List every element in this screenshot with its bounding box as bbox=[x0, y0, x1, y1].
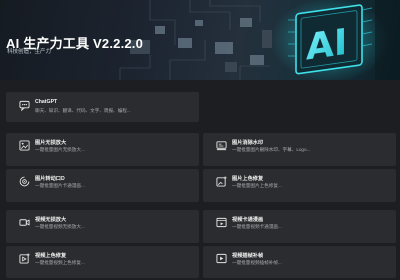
tool-card-title: 图片上色修复 bbox=[232, 176, 264, 182]
tool-card-title: 图片无损放大 bbox=[35, 140, 67, 146]
tool-card-description: 一键批量图片卡通漫画... bbox=[35, 183, 85, 188]
app-subtitle: 科技创造，生产力 bbox=[7, 49, 52, 55]
tool-card-video-colorize[interactable]: 视频上色修复 一键批量视频上色修复... bbox=[6, 246, 199, 278]
tool-card-title: 视频无损放大 bbox=[35, 217, 67, 223]
image-colorize-icon bbox=[216, 176, 227, 187]
tool-card-image-cartoon[interactable]: 图片转动口D 一键批量图片卡通漫画... bbox=[6, 169, 199, 202]
tool-card-description: 一键批量视频插帧补帧... bbox=[232, 260, 282, 265]
tool-card-description: 一键批量图片上色修复... bbox=[232, 183, 282, 188]
tool-card-description: 一键批量图片无损放大... bbox=[35, 147, 85, 152]
tool-card-image-watermark[interactable]: 图片消除水印 一键批量图片删除水印、字幕、Logo... bbox=[203, 133, 396, 166]
tool-card-description: 一键批量图片删除水印、字幕、Logo... bbox=[232, 147, 311, 152]
tool-card-description: 一键批量视频上色修复... bbox=[35, 260, 85, 265]
tool-card-video-frame[interactable]: 视频插帧补帧 一键批量视频插帧补帧... bbox=[203, 246, 396, 278]
image-enlarge-icon bbox=[19, 140, 30, 151]
tool-card-title: 图片转动口D bbox=[35, 176, 65, 182]
tool-card-title: 视频卡通漫画 bbox=[232, 217, 264, 223]
video-colorize-icon bbox=[19, 253, 30, 264]
video-enlarge-icon bbox=[19, 219, 30, 226]
tool-card-title: 视频上色修复 bbox=[35, 253, 67, 259]
tool-card-title: 图片消除水印 bbox=[232, 140, 264, 146]
tool-card-video-enlarge[interactable]: 视频无损放大 一键批量视频无损放大... bbox=[6, 210, 199, 243]
header-banner: AI AI 生产力工具 V2.2.2.0 科技创造，生产力 bbox=[0, 0, 400, 80]
tool-card-description: 一键批量视频卡通漫画... bbox=[232, 224, 282, 229]
svg-text:AI: AI bbox=[306, 20, 347, 69]
tool-card-description: 聊天、知识、翻译、代码、文字、周报、编程... bbox=[35, 108, 131, 113]
tool-card-title: 视频插帧补帧 bbox=[232, 253, 264, 259]
image-eraser-icon bbox=[216, 141, 227, 151]
video-cartoon-icon bbox=[216, 217, 227, 228]
tool-card-image-colorize[interactable]: 图片上色修复 一键批量图片上色修复... bbox=[203, 169, 396, 202]
chat-bubble-icon bbox=[19, 100, 30, 111]
tool-card-chatgpt[interactable]: ChatGPT 聊天、知识、翻译、代码、文字、周报、编程... bbox=[6, 92, 199, 122]
video-frame-icon bbox=[216, 253, 227, 264]
tool-card-video-cartoon[interactable]: 视频卡通漫画 一键批量视频卡通漫画... bbox=[203, 210, 396, 243]
tool-card-title: ChatGPT bbox=[35, 99, 58, 105]
image-cartoon-icon bbox=[19, 176, 30, 187]
tool-card-image-enlarge[interactable]: 图片无损放大 一键批量图片无损放大... bbox=[6, 133, 199, 166]
tool-card-description: 一键批量视频无损放大... bbox=[35, 224, 85, 229]
